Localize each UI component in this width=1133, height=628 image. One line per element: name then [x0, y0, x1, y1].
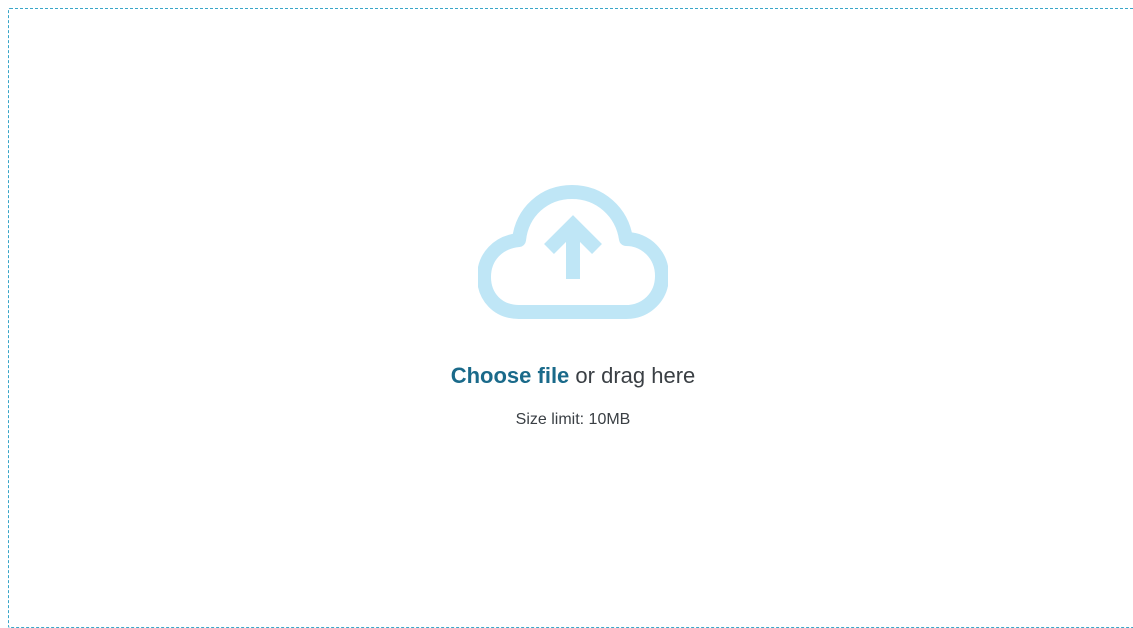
file-drop-zone[interactable]: Choose file or drag here Size limit: 10M… — [8, 8, 1133, 628]
drop-zone-content: Choose file or drag here Size limit: 10M… — [9, 179, 1133, 429]
size-limit-text: Size limit: 10MB — [515, 411, 631, 428]
cloud-upload-icon — [478, 185, 668, 319]
choose-file-link[interactable]: Choose file — [451, 363, 570, 388]
drag-here-text: or drag here — [569, 363, 696, 388]
upload-prompt: Choose file or drag here — [451, 363, 696, 389]
